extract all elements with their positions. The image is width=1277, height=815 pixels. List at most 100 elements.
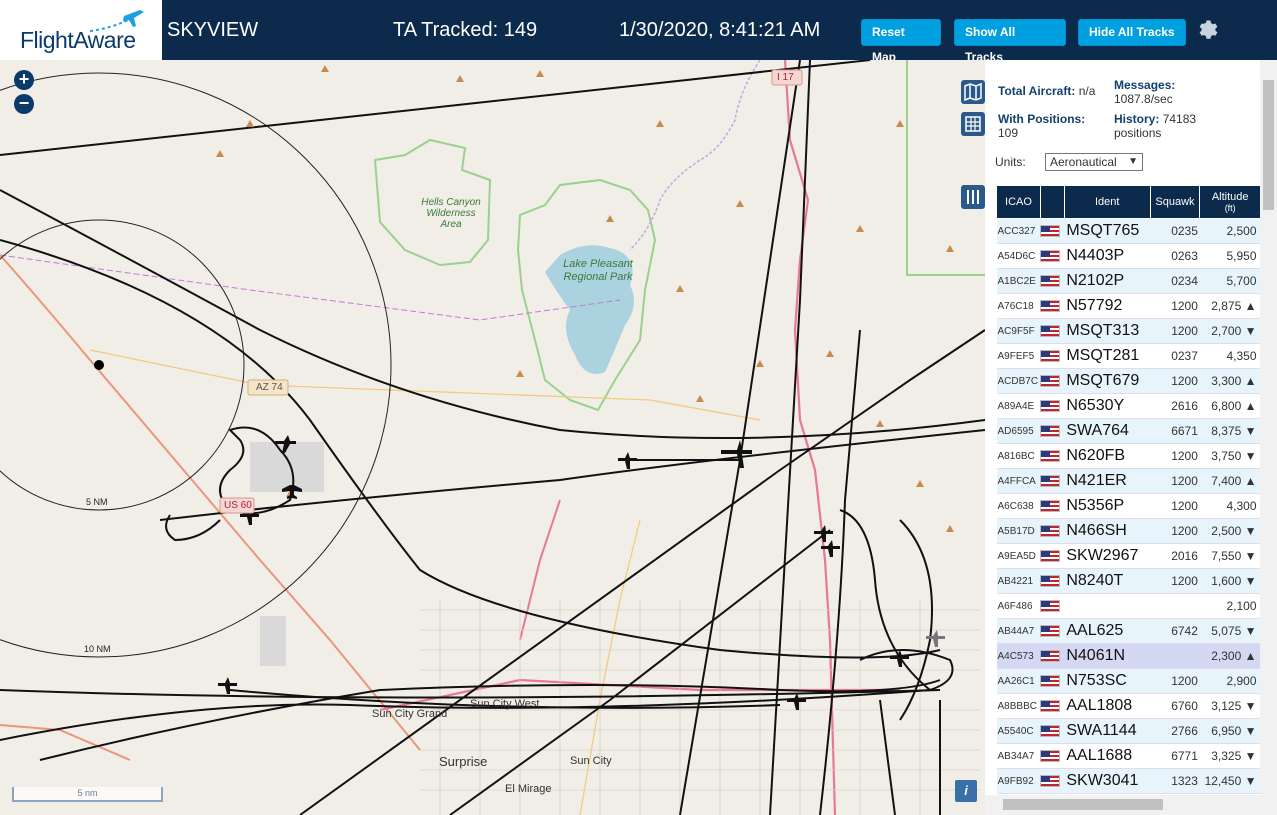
row-altitude: 2,700 ▼ (1199, 318, 1261, 344)
row-altitude: 1,600 ▼ (1199, 568, 1261, 594)
squawk-column-header[interactable]: Squawk (1149, 185, 1201, 219)
row-flag (1040, 368, 1065, 394)
us-flag-icon (1040, 675, 1061, 688)
row-icao: AB34A7 (996, 743, 1041, 769)
flag-column-header[interactable] (1039, 185, 1065, 219)
row-altitude: 5,950 (1199, 243, 1261, 269)
icao-column-header[interactable]: ICAO (996, 185, 1041, 219)
az74-shield: AZ 74 (256, 382, 283, 393)
row-icao: AA26C1 (996, 668, 1041, 694)
row-icao: A9FB92 (996, 768, 1041, 794)
total-aircraft-value: n/a (1078, 84, 1096, 98)
flightaware-logo[interactable]: FlightAware (0, 0, 162, 60)
row-icao: A4C573 (996, 643, 1041, 669)
table-row[interactable]: AB34A7 AAL1688 6771 3,325 ▼ (996, 743, 1261, 769)
us-flag-icon (1040, 625, 1061, 638)
horizontal-scrollbar-thumb[interactable] (1003, 799, 1163, 810)
table-row[interactable]: A9EA5D SKW2967 2016 7,550 ▼ (996, 543, 1261, 569)
us-flag-icon (1040, 525, 1061, 538)
row-squawk: 2016 (1150, 543, 1200, 569)
row-flag (1040, 393, 1065, 419)
table-row[interactable]: AA26C1 N753SC 1200 2,900 (996, 668, 1261, 694)
row-altitude: 5,075 ▼ (1199, 618, 1261, 644)
sun-city-grand-label: Sun City Grand (372, 708, 448, 720)
us-flag-icon (1040, 350, 1061, 363)
row-flag (1040, 618, 1065, 644)
table-row[interactable]: A89A4E N6530Y 2616 6,800 ▲ (996, 393, 1261, 419)
table-row[interactable]: A816BC N620FB 1200 3,750 ▼ (996, 443, 1261, 469)
altitude-column-header[interactable]: Altitude (ft) (1199, 185, 1261, 219)
table-row[interactable]: AB44A7 AAL625 6742 5,075 ▼ (996, 618, 1261, 644)
history-value: 74183 (1162, 112, 1197, 126)
us-flag-icon (1040, 425, 1061, 438)
units-select[interactable]: Aeronautical ▼ (1045, 153, 1143, 171)
ident-column-header[interactable]: Ident (1063, 185, 1151, 219)
us-flag-icon (1040, 225, 1061, 238)
row-squawk (1150, 593, 1200, 619)
table-row[interactable]: AC9F5F MSQT313 1200 2,700 ▼ (996, 318, 1261, 344)
row-squawk: 0237 (1150, 343, 1200, 369)
table-row[interactable]: A4C573 N4061N 2,300 ▲ (996, 643, 1261, 669)
row-icao: A5540C (996, 718, 1041, 744)
vertical-scrollbar[interactable] (1260, 60, 1277, 800)
vertical-scrollbar-thumb[interactable] (1263, 80, 1274, 210)
map-view[interactable]: Hells Canyon Wilderness Area Lake Pleasa… (0, 60, 985, 815)
table-row[interactable]: ACDB7C MSQT679 1200 3,300 ▲ (996, 368, 1261, 394)
table-row[interactable]: AD6595 SWA764 6671 8,375 ▼ (996, 418, 1261, 444)
show-all-tracks-button[interactable]: Show All Tracks (954, 19, 1066, 64)
row-altitude: 6,950 ▼ (1199, 718, 1261, 744)
us-flag-icon (1040, 300, 1061, 313)
us-flag-icon (1040, 775, 1061, 788)
zoom-in-button[interactable]: + (14, 70, 34, 90)
tracked-count: TA Tracked: 149 (393, 19, 538, 41)
table-row[interactable]: A1BC2E N2102P 0234 5,700 (996, 268, 1261, 294)
table-row[interactable]: A76C18 N57792 1200 2,875 ▲ (996, 293, 1261, 319)
row-ident: N4403P (1064, 243, 1151, 269)
table-row[interactable]: A6F486 2,100 (996, 593, 1261, 619)
row-flag (1040, 518, 1065, 544)
row-icao: A9EA5D (996, 543, 1041, 569)
row-ident: N421ER (1064, 468, 1151, 494)
row-altitude: 3,300 ▲ (1199, 368, 1261, 394)
map-layers-button[interactable] (961, 80, 985, 104)
table-row[interactable]: A5B17D N466SH 1200 2,500 ▼ (996, 518, 1261, 544)
hells-canyon-label: Hells Canyon Wilderness Area (421, 197, 481, 230)
table-row[interactable]: A5540C SWA1144 2766 6,950 ▼ (996, 718, 1261, 744)
row-ident: MSQT281 (1064, 343, 1151, 369)
table-row[interactable]: A9FB92 SKW3041 1323 12,450 ▼ (996, 768, 1261, 794)
us-flag-icon (1040, 475, 1061, 488)
table-row[interactable]: A4FFCA N421ER 1200 7,400 ▲ (996, 468, 1261, 494)
gear-icon[interactable] (1196, 17, 1220, 41)
table-row[interactable]: A54D6C N4403P 0263 5,950 (996, 243, 1261, 269)
app-title: SKYVIEW (167, 19, 259, 41)
info-button[interactable]: i (955, 780, 977, 802)
table-row[interactable]: ACC327 MSQT765 0235 2,500 (996, 218, 1261, 244)
hide-all-tracks-button[interactable]: Hide All Tracks (1078, 19, 1186, 46)
row-flag (1040, 318, 1065, 344)
row-squawk: 6771 (1150, 743, 1200, 769)
table-row[interactable]: A6C638 N5356P 1200 4,300 (996, 493, 1261, 519)
columns-toggle-button[interactable] (961, 185, 985, 209)
aircraft-table-container[interactable]: ICAO Ident Squawk Altitude (ft) ACC327 MS… (996, 185, 1261, 795)
reset-map-button[interactable]: Reset Map (861, 19, 941, 64)
table-row[interactable]: A8BBBC AAL1808 6760 3,125 ▼ (996, 693, 1261, 719)
stats-box: Total Aircraft: n/a Messages: 1087.8/sec… (985, 60, 1263, 180)
us-flag-icon (1040, 375, 1061, 388)
us60-shield: US 60 (224, 500, 252, 511)
sun-city-west-label: Sun City West (470, 698, 540, 710)
grid-toggle-button[interactable] (961, 112, 985, 136)
us-flag-icon (1040, 725, 1061, 738)
row-altitude: 8,375 ▼ (1199, 418, 1261, 444)
row-altitude: 2,875 ▲ (1199, 293, 1261, 319)
us-flag-icon (1040, 650, 1061, 663)
row-ident: N6530Y (1064, 393, 1151, 419)
table-row[interactable]: A9FEF5 MSQT281 0237 4,350 (996, 343, 1261, 369)
zoom-out-button[interactable]: − (14, 94, 34, 114)
horizontal-scrollbar[interactable] (985, 795, 1277, 815)
row-ident: AAL1688 (1064, 743, 1151, 769)
row-ident: N466SH (1064, 518, 1151, 544)
row-flag (1040, 718, 1065, 744)
units-row: Units: Aeronautical ▼ (995, 153, 1143, 171)
surprise-label: Surprise (439, 754, 488, 769)
table-row[interactable]: AB4221 N8240T 1200 1,600 ▼ (996, 568, 1261, 594)
